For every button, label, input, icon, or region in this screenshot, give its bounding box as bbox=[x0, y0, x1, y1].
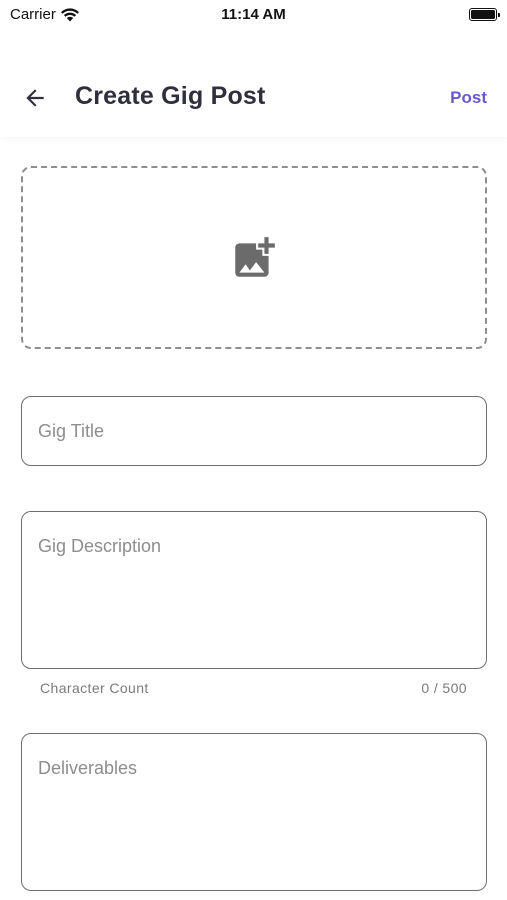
battery-level bbox=[471, 10, 495, 19]
image-upload-area[interactable] bbox=[21, 166, 487, 349]
add-photo-icon bbox=[235, 236, 275, 277]
gig-title-field[interactable] bbox=[21, 396, 487, 466]
status-bar: Carrier 11:14 AM bbox=[0, 0, 507, 30]
arrow-left-icon[interactable] bbox=[22, 85, 48, 111]
app-bar: Create Gig Post Post bbox=[0, 55, 507, 137]
post-button[interactable]: Post bbox=[450, 88, 487, 108]
gig-title-input[interactable] bbox=[22, 397, 486, 465]
page-title: Create Gig Post bbox=[75, 82, 266, 110]
deliverables-field[interactable] bbox=[21, 733, 487, 891]
character-count-label: Character Count bbox=[40, 680, 149, 696]
character-count-value: 0 / 500 bbox=[421, 680, 467, 696]
battery-icon bbox=[469, 8, 500, 21]
deliverables-input[interactable] bbox=[22, 734, 486, 890]
gig-description-field[interactable] bbox=[21, 511, 487, 669]
status-time: 11:14 AM bbox=[221, 6, 286, 23]
gig-description-input[interactable] bbox=[22, 512, 486, 668]
character-count-row: Character Count 0 / 500 bbox=[40, 680, 467, 696]
